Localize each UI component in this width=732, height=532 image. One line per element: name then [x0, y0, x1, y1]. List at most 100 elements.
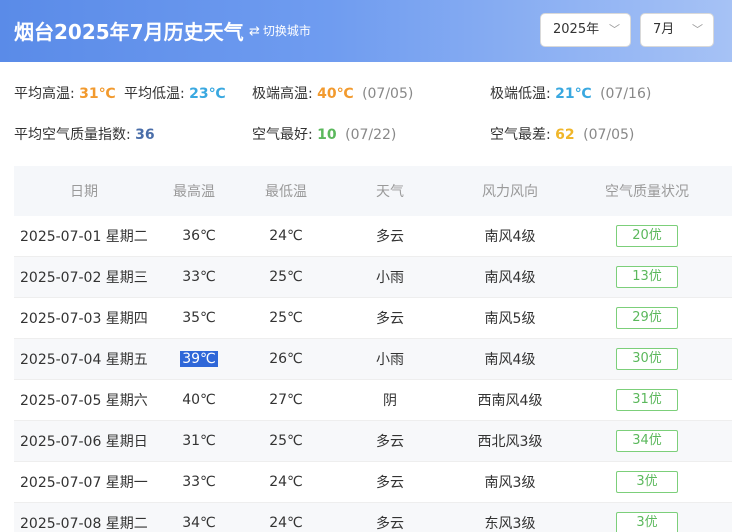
- aqi-badge[interactable]: 29优: [616, 307, 678, 329]
- cell-aqi: 3优: [578, 512, 716, 532]
- cell-wind-text: 南风3级: [484, 475, 536, 491]
- cell-low-text: 25℃: [269, 310, 303, 326]
- table-row: 2025-07-06 星期日 31℃ 25℃ 多云 西北风3级 34优: [14, 421, 732, 462]
- stat-label: 极端高温:: [252, 86, 313, 102]
- aqi-badge[interactable]: 31优: [616, 389, 678, 411]
- cell-high: 33℃: [164, 474, 234, 490]
- stat-best-aqi: 空气最好: 10 (07/22): [252, 124, 396, 144]
- swap-arrows-icon: ⇄: [249, 24, 260, 39]
- cell-date: 2025-07-08 星期二: [14, 513, 164, 532]
- column-header-aqi: 空气质量状况: [605, 184, 689, 200]
- cell-low-text: 27℃: [269, 392, 303, 408]
- cell-high-text: 33℃: [182, 474, 216, 490]
- stat-label: 平均空气质量指数:: [14, 127, 131, 143]
- cell-date-text: 2025-07-04 星期五: [20, 352, 148, 368]
- cell-wind-text: 南风4级: [484, 270, 536, 286]
- cell-date-text: 2025-07-05 星期六: [20, 393, 148, 409]
- cell-wind: 南风3级: [442, 472, 578, 492]
- selected-text: 39℃: [180, 351, 218, 367]
- cell-date-text: 2025-07-08 星期二: [20, 516, 148, 532]
- cell-low: 24℃: [234, 474, 338, 490]
- stat-label: 空气最差:: [490, 127, 551, 143]
- year-select[interactable]: 2025年 ﹀: [540, 13, 631, 47]
- cell-low: 24℃: [234, 515, 338, 531]
- cell-weather-text: 多云: [376, 516, 404, 532]
- cell-wind-text: 东风3级: [484, 516, 536, 532]
- aqi-badge[interactable]: 3优: [616, 512, 678, 532]
- cell-wind: 东风3级: [442, 513, 578, 532]
- cell-weather-text: 小雨: [376, 352, 404, 368]
- stat-date: (07/16): [600, 86, 652, 102]
- year-select-value: 2025年: [553, 22, 600, 37]
- table-row: 2025-07-02 星期三 33℃ 25℃ 小雨 南风4级 13优: [14, 257, 732, 298]
- switch-city-link[interactable]: ⇄ 切换城市: [249, 22, 311, 39]
- table-row: 2025-07-04 星期五 39℃ 26℃ 小雨 南风4级 30优: [14, 339, 732, 380]
- cell-high: 31℃: [164, 433, 234, 449]
- page-title: 烟台2025年7月历史天气: [14, 20, 244, 44]
- cell-date-text: 2025-07-02 星期三: [20, 270, 148, 286]
- table-row: 2025-07-03 星期四 35℃ 25℃ 多云 南风5级 29优: [14, 298, 732, 339]
- cell-high-text: 33℃: [182, 269, 216, 285]
- cell-wind-text: 南风4级: [484, 229, 536, 245]
- aqi-badge[interactable]: 30优: [616, 348, 678, 370]
- cell-high: 35℃: [164, 310, 234, 326]
- cell-weather-text: 多云: [376, 229, 404, 245]
- table-row: 2025-07-07 星期一 33℃ 24℃ 多云 南风3级 3优: [14, 462, 732, 503]
- stat-value: 62: [555, 127, 575, 143]
- cell-date-text: 2025-07-06 星期日: [20, 434, 148, 450]
- cell-date: 2025-07-04 星期五: [14, 349, 164, 369]
- cell-weather: 阴: [338, 390, 442, 410]
- cell-wind: 南风4级: [442, 267, 578, 287]
- cell-low-text: 25℃: [269, 269, 303, 285]
- stat-value: 31℃: [79, 86, 116, 102]
- cell-high: 33℃: [164, 269, 234, 285]
- cell-low: 25℃: [234, 269, 338, 285]
- aqi-badge[interactable]: 13优: [616, 266, 678, 288]
- cell-low: 25℃: [234, 433, 338, 449]
- cell-weather: 多云: [338, 431, 442, 451]
- cell-aqi: 20优: [578, 225, 716, 247]
- switch-city-label: 切换城市: [262, 24, 311, 38]
- aqi-badge[interactable]: 3优: [616, 471, 678, 493]
- cell-date-text: 2025-07-01 星期二: [20, 229, 148, 245]
- column-header-weather: 天气: [376, 184, 404, 200]
- cell-wind: 南风4级: [442, 349, 578, 369]
- aqi-badge[interactable]: 20优: [616, 225, 678, 247]
- cell-date: 2025-07-06 星期日: [14, 431, 164, 451]
- column-header-wind: 风力风向: [482, 184, 538, 200]
- stat-extreme-high: 极端高温: 40℃ (07/05): [252, 83, 413, 103]
- cell-wind-text: 西南风4级: [477, 393, 543, 409]
- column-header-date: 日期: [70, 184, 98, 200]
- stat-label: 极端低温:: [490, 86, 551, 102]
- stat-extreme-low: 极端低温: 21℃ (07/16): [490, 83, 651, 103]
- stat-label: 平均高温:: [14, 86, 75, 102]
- table-header: 日期 最高温 最低温 天气 风力风向 空气质量状况: [14, 166, 732, 216]
- cell-date-text: 2025-07-03 星期四: [20, 311, 148, 327]
- cell-weather-text: 多云: [376, 475, 404, 491]
- cell-date: 2025-07-01 星期二: [14, 226, 164, 246]
- cell-high: 39℃: [164, 351, 234, 367]
- stat-value: 36: [135, 127, 155, 143]
- cell-wind-text: 南风4级: [484, 352, 536, 368]
- cell-low-text: 25℃: [269, 433, 303, 449]
- cell-date: 2025-07-05 星期六: [14, 390, 164, 410]
- cell-wind: 南风5级: [442, 308, 578, 328]
- stat-avg-low: 平均低温: 23℃: [124, 83, 226, 103]
- page-header: 烟台2025年7月历史天气 ⇄ 切换城市 2025年 ﹀ 7月 ﹀: [0, 0, 732, 62]
- cell-wind: 南风4级: [442, 226, 578, 246]
- month-select[interactable]: 7月 ﹀: [640, 13, 714, 47]
- aqi-badge[interactable]: 34优: [616, 430, 678, 452]
- cell-high-text: 40℃: [182, 392, 216, 408]
- table-row: 2025-07-08 星期二 34℃ 24℃ 多云 东风3级 3优: [14, 503, 732, 532]
- cell-wind: 西北风3级: [442, 431, 578, 451]
- cell-weather-text: 多云: [376, 311, 404, 327]
- cell-date: 2025-07-07 星期一: [14, 472, 164, 492]
- cell-high: 34℃: [164, 515, 234, 531]
- cell-weather: 多云: [338, 226, 442, 246]
- cell-weather: 小雨: [338, 267, 442, 287]
- chevron-down-icon: ﹀: [609, 23, 620, 36]
- cell-weather: 小雨: [338, 349, 442, 369]
- stat-label: 空气最好:: [252, 127, 313, 143]
- cell-weather: 多云: [338, 308, 442, 328]
- cell-high: 40℃: [164, 392, 234, 408]
